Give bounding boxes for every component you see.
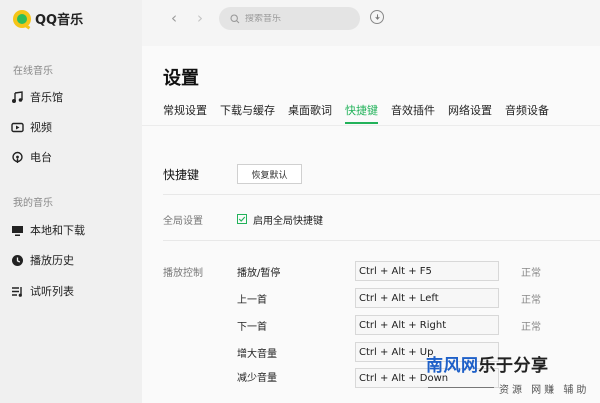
tab-sound-effects[interactable]: 音效插件 bbox=[391, 102, 435, 124]
sidebar-section-mine: 我的音乐 bbox=[13, 198, 53, 209]
enable-global-hotkeys-checkbox[interactable] bbox=[237, 214, 247, 224]
playback-control-label: 播放控制 bbox=[163, 268, 203, 279]
tab-network[interactable]: 网络设置 bbox=[448, 102, 492, 124]
section-divider bbox=[163, 194, 600, 195]
app-logo[interactable]: QQ音乐 bbox=[13, 9, 83, 28]
restore-defaults-button[interactable]: 恢复默认 bbox=[237, 164, 302, 184]
shortcut-status: 正常 bbox=[521, 268, 541, 279]
sidebar-item-video[interactable]: 视频 bbox=[11, 119, 52, 135]
site-watermark: 南风网乐于分享 资源 网赚 辅助 bbox=[423, 345, 600, 403]
sidebar-item-preview-list[interactable]: 试听列表 bbox=[11, 283, 74, 299]
playlist-icon bbox=[11, 285, 24, 298]
main-content: ‹ › 设置 常规设置 下载与缓存 桌面歌词 快捷键 音效插件 网络设置 音频设… bbox=[142, 0, 600, 403]
section-divider bbox=[163, 240, 600, 241]
settings-tabs: 常规设置 下载与缓存 桌面歌词 快捷键 音效插件 网络设置 音频设备 bbox=[163, 102, 562, 124]
watermark-subtitle: 资源 网赚 辅助 bbox=[499, 385, 590, 396]
shortcut-status: 正常 bbox=[521, 295, 541, 306]
clock-icon bbox=[11, 254, 24, 267]
download-manager-button[interactable] bbox=[370, 10, 384, 24]
sidebar-item-label: 本地和下载 bbox=[30, 224, 85, 237]
sidebar: QQ音乐 在线音乐 音乐馆 视频 电台 我的音乐 本地和下载 播放历史 试听列表 bbox=[0, 0, 142, 403]
tab-general[interactable]: 常规设置 bbox=[163, 102, 207, 124]
search-icon bbox=[230, 13, 240, 24]
tab-desktop-lyrics[interactable]: 桌面歌词 bbox=[288, 102, 332, 124]
sidebar-item-local-downloads[interactable]: 本地和下载 bbox=[11, 222, 85, 238]
shortcut-action-label: 增大音量 bbox=[237, 349, 277, 360]
watermark-brand-blue: 南风网 bbox=[426, 356, 479, 376]
hotkey-input-previous[interactable]: Ctrl + Alt + Left bbox=[355, 288, 499, 308]
monitor-icon bbox=[11, 224, 24, 237]
global-settings-label: 全局设置 bbox=[163, 216, 203, 227]
sidebar-item-radio[interactable]: 电台 bbox=[11, 149, 52, 165]
sidebar-item-label: 视频 bbox=[30, 121, 52, 134]
shortcut-status: 正常 bbox=[521, 322, 541, 333]
hotkey-input-play-pause[interactable]: Ctrl + Alt + F5 bbox=[355, 261, 499, 281]
watermark-line bbox=[428, 387, 494, 388]
tab-download-cache[interactable]: 下载与缓存 bbox=[220, 102, 275, 124]
watermark-brand: 南风网乐于分享 bbox=[426, 351, 549, 376]
sidebar-item-label: 电台 bbox=[30, 151, 52, 164]
hotkey-input-next[interactable]: Ctrl + Alt + Right bbox=[355, 315, 499, 335]
shortcut-action-label: 下一首 bbox=[237, 322, 267, 333]
sidebar-item-label: 播放历史 bbox=[30, 254, 74, 267]
forward-button[interactable]: › bbox=[193, 10, 207, 26]
shortcut-action-label: 上一首 bbox=[237, 295, 267, 306]
sidebar-item-label: 音乐馆 bbox=[30, 91, 63, 104]
app-name: QQ音乐 bbox=[35, 13, 84, 28]
search-box[interactable] bbox=[219, 7, 360, 30]
video-icon bbox=[11, 121, 24, 134]
radio-icon bbox=[11, 151, 24, 164]
tab-audio-device[interactable]: 音频设备 bbox=[505, 102, 549, 124]
hotkeys-section-title: 快捷键 bbox=[163, 168, 200, 182]
top-bar: ‹ › bbox=[142, 0, 600, 46]
search-input[interactable] bbox=[245, 13, 345, 24]
watermark-brand-dark: 乐于分享 bbox=[478, 356, 549, 376]
tab-hotkeys[interactable]: 快捷键 bbox=[345, 102, 378, 124]
sidebar-item-history[interactable]: 播放历史 bbox=[11, 252, 74, 268]
shortcut-action-label: 播放/暂停 bbox=[237, 268, 281, 279]
sidebar-item-music-hall[interactable]: 音乐馆 bbox=[11, 89, 63, 105]
music-note-icon bbox=[11, 90, 24, 104]
download-icon bbox=[373, 13, 382, 22]
page-title: 设置 bbox=[163, 68, 199, 89]
enable-global-hotkeys-label[interactable]: 启用全局快捷键 bbox=[253, 212, 323, 227]
back-button[interactable]: ‹ bbox=[167, 10, 181, 26]
shortcut-action-label: 减少音量 bbox=[237, 373, 277, 384]
checkmark-icon bbox=[238, 215, 246, 223]
qq-music-logo-icon bbox=[13, 9, 31, 28]
sidebar-item-label: 试听列表 bbox=[30, 285, 74, 298]
sidebar-section-online: 在线音乐 bbox=[13, 66, 53, 77]
tabs-divider bbox=[142, 125, 600, 126]
